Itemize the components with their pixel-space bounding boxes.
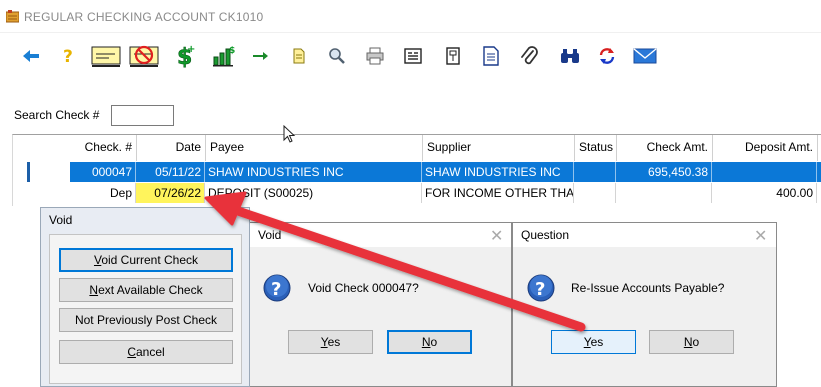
cell-deposit-amt: 400.00 bbox=[712, 183, 817, 203]
email-icon[interactable] bbox=[630, 42, 660, 70]
table-row[interactable]: Dep 07/26/22 DEPOSIT (S00025) FOR INCOME… bbox=[70, 183, 821, 203]
yes-button[interactable]: Yes bbox=[551, 330, 636, 354]
search-check-input[interactable] bbox=[111, 105, 174, 126]
yes-button[interactable]: Yes bbox=[288, 330, 373, 354]
next-available-check-button[interactable]: Next Available Check bbox=[59, 278, 233, 302]
cancel-button[interactable]: Cancel bbox=[59, 340, 233, 364]
back-arrow-icon[interactable] bbox=[16, 42, 46, 70]
svg-text:+: + bbox=[187, 44, 195, 55]
current-row-marker bbox=[27, 162, 30, 182]
question-dialog: Question ✕ ? Re-Issue Accounts Payable? … bbox=[512, 222, 777, 387]
print-icon[interactable] bbox=[360, 42, 390, 70]
svg-text:$: $ bbox=[229, 46, 235, 56]
void-confirm-dialog: Void ✕ ? Void Check 000047? Yes No bbox=[250, 222, 512, 387]
svg-text:?: ? bbox=[535, 279, 545, 300]
cell-deposit-amt bbox=[712, 162, 817, 182]
column-header-deposit-amt[interactable]: Deposit Amt. bbox=[713, 135, 818, 161]
void-options-dialog: Void Void Current Check Next Available C… bbox=[40, 207, 250, 387]
title-bar: REGULAR CHECKING ACCOUNT CK1010 bbox=[0, 0, 821, 33]
column-header-payee[interactable]: Payee bbox=[206, 135, 423, 161]
cell-check-amt: 695,450.38 bbox=[616, 162, 712, 182]
cell-check: Dep bbox=[70, 183, 136, 203]
go-arrow-icon[interactable] bbox=[246, 42, 276, 70]
report-icon[interactable] bbox=[476, 42, 506, 70]
column-header-check-amt[interactable]: Check Amt. bbox=[617, 135, 713, 161]
no-button[interactable]: No bbox=[649, 330, 734, 354]
table-row[interactable]: 000047 05/11/22 SHAW INDUSTRIES INC SHAW… bbox=[70, 162, 821, 182]
app-icon bbox=[6, 10, 19, 23]
document-icon[interactable] bbox=[438, 42, 468, 70]
cell-payee: DEPOSIT (S00025) bbox=[205, 183, 422, 203]
cell-status bbox=[574, 162, 616, 182]
window-title: REGULAR CHECKING ACCOUNT CK1010 bbox=[24, 10, 264, 24]
void-confirm-message: Void Check 000047? bbox=[308, 281, 419, 295]
app-window: REGULAR CHECKING ACCOUNT CK1010 ? $+ $ bbox=[0, 0, 821, 387]
note-icon[interactable] bbox=[284, 42, 314, 70]
svg-text:?: ? bbox=[63, 47, 73, 66]
attach-icon[interactable] bbox=[514, 42, 544, 70]
search-check-label: Search Check # bbox=[14, 108, 100, 122]
svg-text:?: ? bbox=[271, 279, 281, 300]
cell-supplier: FOR INCOME OTHER THAN bbox=[422, 183, 574, 203]
mouse-cursor-icon bbox=[283, 125, 296, 143]
void-current-check-button[interactable]: Void Current Check bbox=[59, 248, 233, 272]
close-icon[interactable]: ✕ bbox=[490, 226, 503, 245]
question-icon: ? bbox=[527, 274, 555, 302]
money-icon[interactable]: $ + bbox=[170, 42, 200, 70]
question-icon: ? bbox=[263, 274, 291, 302]
no-check-icon[interactable] bbox=[128, 42, 160, 70]
column-header-supplier[interactable]: Supplier bbox=[423, 135, 575, 161]
void-confirm-title: Void bbox=[250, 223, 511, 247]
chart-icon[interactable]: $ bbox=[209, 42, 239, 70]
no-button[interactable]: No bbox=[387, 330, 472, 354]
void-dialog-title: Void bbox=[41, 208, 249, 232]
cell-payee: SHAW INDUSTRIES INC bbox=[205, 162, 422, 182]
column-header-status[interactable]: Status bbox=[575, 135, 617, 161]
not-previously-post-check-button[interactable]: Not Previously Post Check bbox=[59, 308, 233, 332]
find-icon[interactable] bbox=[322, 42, 352, 70]
close-icon[interactable]: ✕ bbox=[754, 226, 767, 245]
toolbar: ? $ + $ bbox=[0, 38, 821, 74]
column-header-check[interactable]: Check. # bbox=[70, 135, 137, 161]
cell-supplier: SHAW INDUSTRIES INC bbox=[422, 162, 574, 182]
cell-status bbox=[574, 183, 616, 203]
void-options-panel: Void Current Check Next Available Check … bbox=[49, 234, 242, 384]
cell-date: 07/26/22 bbox=[136, 183, 205, 203]
question-dialog-title: Question bbox=[513, 223, 776, 247]
binoculars-icon[interactable] bbox=[555, 42, 585, 70]
cell-check-amt bbox=[616, 183, 712, 203]
cell-check: 000047 bbox=[70, 162, 136, 182]
refresh-icon[interactable] bbox=[592, 42, 622, 70]
column-header-date[interactable]: Date bbox=[137, 135, 206, 161]
check-icon[interactable] bbox=[90, 42, 122, 70]
cell-date: 05/11/22 bbox=[136, 162, 205, 182]
help-icon[interactable]: ? bbox=[53, 42, 83, 70]
list-icon[interactable] bbox=[398, 42, 428, 70]
question-message: Re-Issue Accounts Payable? bbox=[571, 281, 725, 295]
